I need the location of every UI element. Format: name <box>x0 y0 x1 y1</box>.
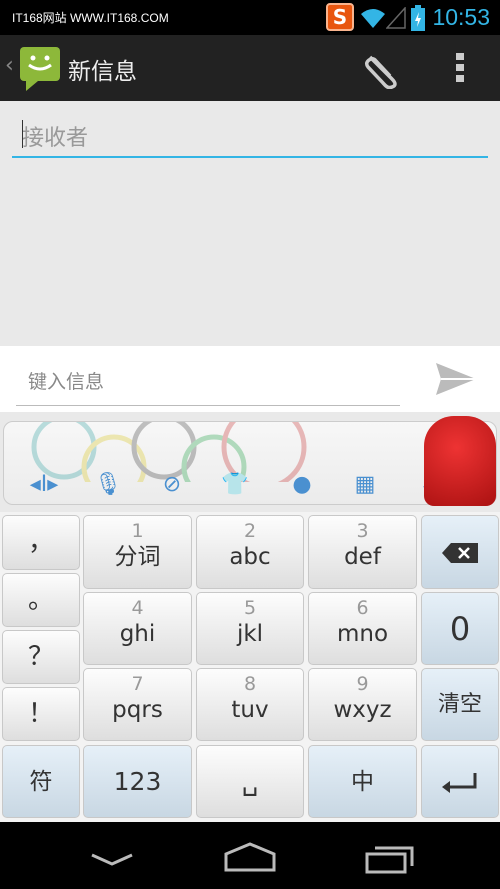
key-label: 符 <box>29 769 53 795</box>
recipients-input[interactable]: 接收者 <box>12 118 488 158</box>
key-label: 。 <box>27 585 54 615</box>
action-bar: ‹ 新信息 <box>0 35 500 101</box>
clipboard-play-icon[interactable]: ⊘ <box>154 472 190 497</box>
key-label: ！ <box>27 699 54 729</box>
messaging-app-icon <box>20 47 60 91</box>
key-4[interactable]: 4 ghi <box>83 592 192 665</box>
status-bar: IT168网站 WWW.IT168.COM S 10:53 <box>0 0 500 35</box>
symbols-key[interactable]: 符 <box>2 745 80 818</box>
key-number: 1 <box>131 520 144 542</box>
clock: 10:53 <box>432 4 490 30</box>
key-1[interactable]: 1 分词 <box>83 515 192 589</box>
space-key[interactable]: ␣ <box>196 745 304 818</box>
wifi-icon <box>361 9 385 28</box>
key-number: 3 <box>356 520 369 542</box>
key-3[interactable]: 3 def <box>308 515 417 589</box>
key-8[interactable]: 8 tuv <box>196 668 304 741</box>
compose-bar: 键入信息 <box>0 346 500 412</box>
key-label: pqrs <box>112 697 163 723</box>
sogou-ime-icon: S <box>326 3 354 31</box>
key-label: mno <box>336 621 389 647</box>
key-number: 4 <box>131 597 144 619</box>
key-label: tuv <box>231 697 269 723</box>
home-icon[interactable] <box>224 842 276 872</box>
key-label: 123 <box>113 767 162 796</box>
key-exclamation[interactable]: ！ <box>2 687 80 741</box>
page-title: 新信息 <box>68 59 137 85</box>
qr-code-icon[interactable]: ▦ <box>347 472 383 497</box>
key-9[interactable]: 9 wxyz <box>308 668 417 741</box>
key-question[interactable]: ？ <box>2 630 80 684</box>
key-0[interactable]: 0 <box>421 592 499 665</box>
backspace-key[interactable] <box>421 515 499 589</box>
backspace-icon <box>442 543 478 563</box>
up-navigation-button[interactable]: ‹ 新信息 <box>0 35 150 101</box>
enter-key[interactable] <box>421 745 499 818</box>
key-5[interactable]: 5 jkl <box>196 592 304 665</box>
cursor-move-icon[interactable]: ◂I▸ <box>26 472 62 497</box>
key-label: 分词 <box>114 544 161 570</box>
skin-shirt-icon[interactable]: 👕 <box>217 472 253 497</box>
keyboard: ， 。 ？ ！ 1 分词 2 abc 3 def 4 ghi 5 jkl 6 mno 0 7… <box>0 512 500 822</box>
clear-key[interactable]: 清空 <box>421 668 499 741</box>
key-2[interactable]: 2 abc <box>196 515 304 589</box>
overflow-menu-icon[interactable] <box>454 53 468 83</box>
key-7[interactable]: 7 pqrs <box>83 668 192 741</box>
key-label: abc <box>229 544 271 570</box>
key-label: ghi <box>119 621 156 647</box>
key-number: 8 <box>243 673 257 695</box>
key-label: 清空 <box>437 692 482 717</box>
key-label: jkl <box>236 621 264 647</box>
enter-icon <box>442 773 477 793</box>
recipients-placeholder: 接收者 <box>22 126 89 151</box>
recent-apps-icon[interactable] <box>365 844 415 874</box>
attach-icon[interactable] <box>362 49 404 89</box>
ime-toolbar: ◂I▸ 🎙 ⊘ 👕 ● ▦ ⌄ <box>3 416 497 506</box>
key-label: ？ <box>27 642 54 672</box>
key-period[interactable]: 。 <box>2 573 80 627</box>
signal-icon <box>386 7 406 29</box>
hot-words-icon[interactable]: ● <box>284 472 320 497</box>
navigation-bar <box>0 822 500 889</box>
key-label: 中 <box>351 769 374 795</box>
message-placeholder: 键入信息 <box>28 371 105 393</box>
key-label: 0 <box>449 610 471 648</box>
mascot-wenlock <box>424 416 496 506</box>
notification-text: IT168网站 WWW.IT168.COM <box>12 11 169 25</box>
key-number: 5 <box>243 597 257 619</box>
key-label: ， <box>27 527 54 557</box>
back-icon[interactable] <box>90 852 134 868</box>
key-6[interactable]: 6 mno <box>308 592 417 665</box>
key-label: def <box>344 544 381 570</box>
numbers-key[interactable]: 123 <box>83 745 192 818</box>
message-input[interactable]: 键入信息 <box>16 360 400 406</box>
key-number: 2 <box>243 520 257 542</box>
key-number: 9 <box>356 673 369 695</box>
battery-charging-icon <box>411 5 425 31</box>
back-icon: ‹ <box>5 53 14 78</box>
language-toggle-key[interactable]: 中 <box>308 745 417 818</box>
send-icon[interactable] <box>435 361 477 397</box>
key-label: ␣ <box>241 767 259 797</box>
key-label: wxyz <box>333 697 392 723</box>
key-number: 6 <box>356 597 369 619</box>
key-comma[interactable]: ， <box>2 515 80 570</box>
microphone-icon[interactable]: 🎙 <box>90 472 126 497</box>
key-number: 7 <box>131 673 144 695</box>
